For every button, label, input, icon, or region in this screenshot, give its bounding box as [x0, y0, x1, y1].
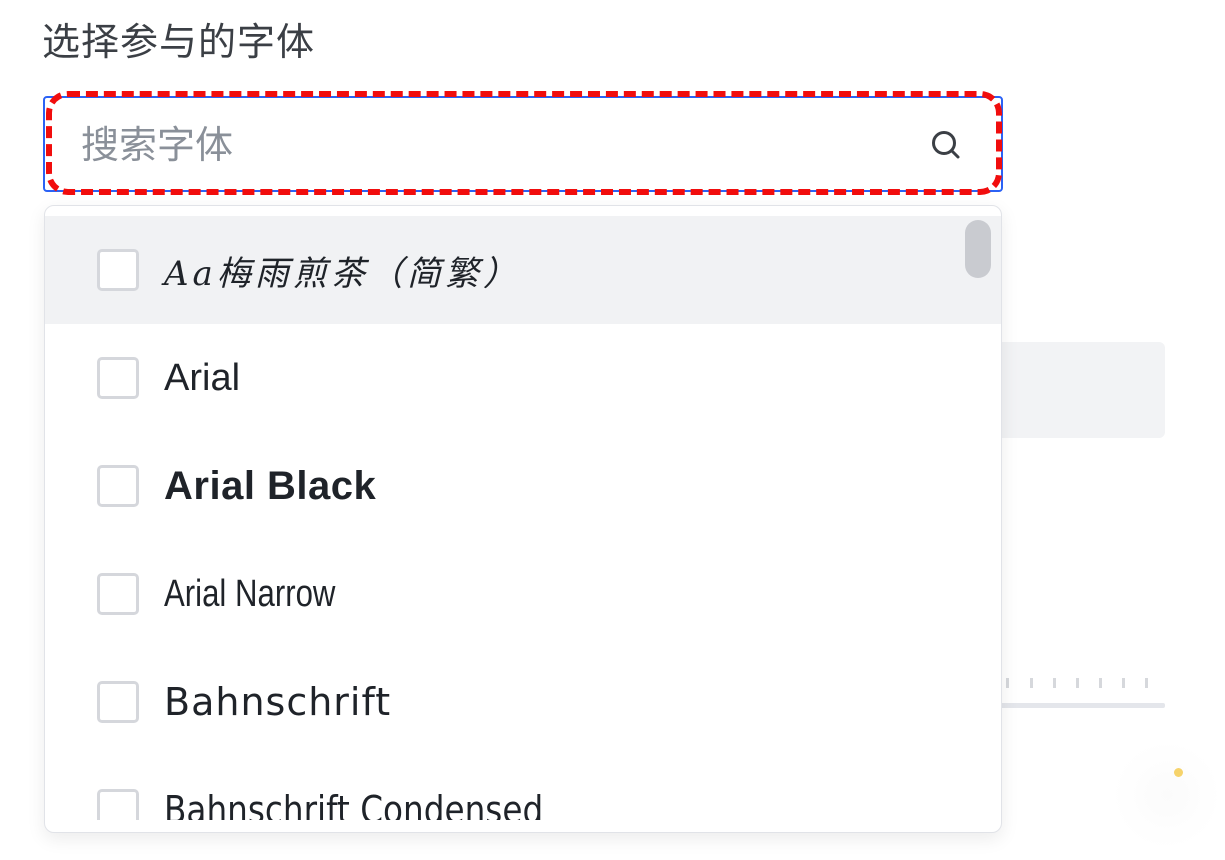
font-option-checkbox[interactable] [97, 249, 139, 291]
notification-dot [1174, 768, 1183, 777]
font-option-checkbox[interactable] [97, 573, 139, 615]
font-option-checkbox[interactable] [97, 357, 139, 399]
search-icon[interactable] [929, 128, 963, 162]
font-selection-panel: 选择参与的字体 Aa梅雨煎茶（简繁） [0, 0, 1225, 860]
font-option-label: Arial Narrow [164, 572, 336, 615]
font-dropdown: Aa梅雨煎茶（简繁） Arial Arial Black Arial Narro… [44, 205, 1002, 833]
font-option-label: Bahnschrift Condensed [164, 788, 544, 820]
font-option[interactable]: Arial Black [45, 432, 1001, 540]
font-options-list[interactable]: Aa梅雨煎茶（简繁） Arial Arial Black Arial Narro… [45, 216, 1001, 820]
font-search-box[interactable] [43, 96, 1003, 192]
floating-assistant-bubble[interactable] [1112, 740, 1222, 850]
font-option[interactable]: Arial [45, 324, 1001, 432]
dropdown-scrollbar-thumb[interactable] [965, 220, 991, 278]
font-option-label: Arial [164, 356, 241, 399]
font-option-checkbox[interactable] [97, 465, 139, 507]
font-option-label: Bahnschrift [164, 680, 392, 724]
font-option-label: Aa梅雨煎茶（简繁） [164, 253, 521, 294]
font-option-checkbox[interactable] [97, 789, 139, 820]
font-option-checkbox[interactable] [97, 681, 139, 723]
font-search-input[interactable] [79, 118, 899, 172]
font-option[interactable]: Bahnschrift Condensed [45, 756, 1001, 820]
font-option[interactable]: Aa梅雨煎茶（简繁） [45, 216, 1001, 324]
font-option[interactable]: Bahnschrift [45, 648, 1001, 756]
font-option[interactable]: Arial Narrow [45, 540, 1001, 648]
font-option-label: Arial Black [164, 463, 377, 508]
section-title: 选择参与的字体 [42, 20, 316, 64]
